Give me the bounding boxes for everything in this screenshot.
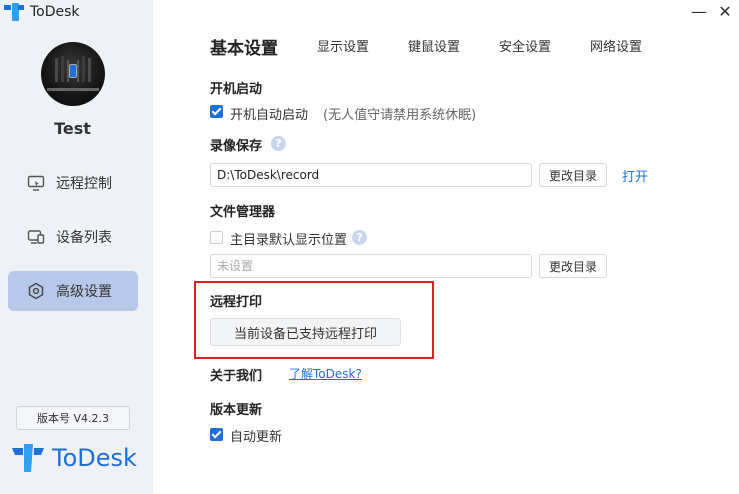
sidebar-item-label: 远程控制	[56, 176, 112, 192]
tab-security-settings[interactable]: 安全设置	[499, 36, 551, 55]
file-manager-path-input[interactable]: 未设置	[210, 254, 532, 278]
recording-help-icon[interactable]: ?	[271, 136, 286, 151]
brand-text: ToDesk	[52, 444, 137, 472]
sidebar-item-remote-control[interactable]: 远程控制	[8, 163, 138, 203]
file-manager-change-dir-button[interactable]: 更改目录	[539, 254, 607, 278]
about-todesk-link[interactable]: 了解ToDesk?	[289, 365, 362, 382]
avatar-phone-shape	[69, 64, 77, 78]
tab-keyboard-mouse-settings[interactable]: 键鼠设置	[408, 36, 460, 55]
about-section-title: 关于我们	[210, 369, 263, 384]
tab-basic-settings[interactable]: 基本设置	[210, 34, 278, 59]
sidebar-item-label: 设备列表	[56, 230, 112, 246]
remote-print-section-title: 远程打印	[210, 295, 263, 310]
avatar-caption-bar	[47, 88, 99, 91]
todesk-logo-icon	[12, 444, 44, 472]
sidebar-item-device-list[interactable]: 设备列表	[8, 217, 138, 257]
startup-checkbox-label[interactable]: 开机自动启动	[230, 104, 308, 123]
file-manager-checkbox-label[interactable]: 主目录默认显示位置	[230, 229, 347, 248]
minimize-button[interactable]: —	[688, 2, 710, 21]
device-list-icon	[26, 227, 46, 247]
sidebar: ToDesk Test 远程控制 设备列表 高级设置 版本号 V4.2.3 To…	[0, 0, 153, 494]
update-section-title: 版本更新	[210, 403, 263, 418]
avatar[interactable]	[41, 42, 105, 106]
brand-logo: ToDesk	[12, 444, 137, 472]
app-title-text: ToDesk	[30, 4, 80, 20]
todesk-logo-icon	[4, 3, 24, 21]
tab-display-settings[interactable]: 显示设置	[317, 36, 369, 55]
file-manager-help-icon[interactable]: ?	[352, 230, 367, 245]
file-manager-section-title: 文件管理器	[210, 205, 276, 220]
startup-hint: (无人值守请禁用系统休眠)	[323, 108, 477, 123]
recording-open-link[interactable]: 打开	[622, 166, 648, 185]
auto-update-checkbox[interactable]	[210, 428, 223, 441]
recording-path-input[interactable]: D:\ToDesk\record	[210, 163, 532, 187]
remote-control-icon	[26, 173, 46, 193]
close-button[interactable]: ✕	[714, 2, 736, 21]
settings-icon	[26, 281, 46, 301]
startup-section-title: 开机启动	[210, 82, 263, 97]
auto-update-label[interactable]: 自动更新	[230, 426, 282, 445]
sidebar-item-label: 高级设置	[56, 284, 112, 300]
recording-section-title: 录像保存	[210, 139, 263, 154]
tab-network-settings[interactable]: 网络设置	[590, 36, 642, 55]
app-title: ToDesk	[4, 3, 80, 21]
startup-checkbox[interactable]	[210, 105, 223, 118]
recording-change-dir-button[interactable]: 更改目录	[539, 163, 607, 187]
file-manager-checkbox[interactable]	[210, 231, 223, 244]
version-badge: 版本号 V4.2.3	[16, 406, 130, 430]
remote-print-button[interactable]: 当前设备已支持远程打印	[210, 318, 401, 346]
username: Test	[54, 119, 91, 138]
sidebar-item-advanced-settings[interactable]: 高级设置	[8, 271, 138, 311]
